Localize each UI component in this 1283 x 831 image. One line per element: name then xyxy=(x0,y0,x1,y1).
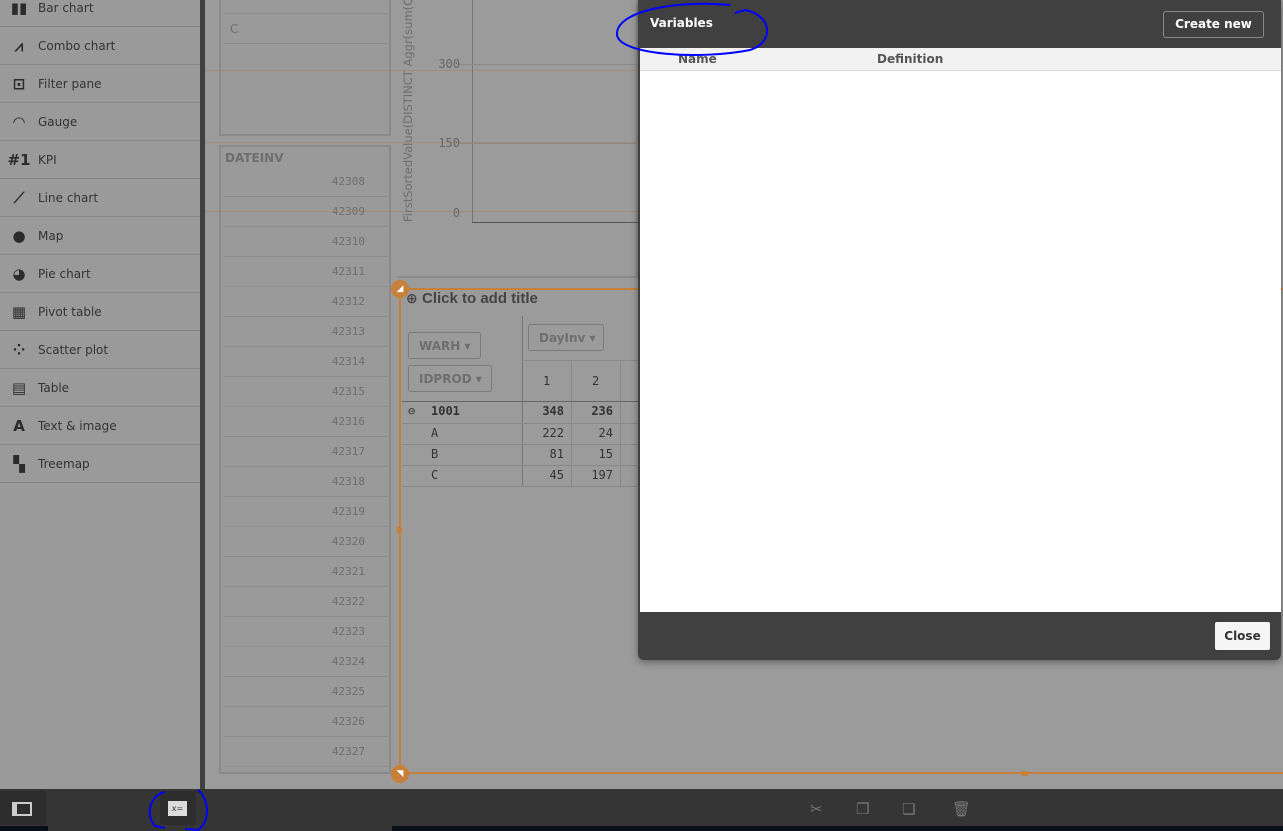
annotation-circle xyxy=(615,2,769,56)
annotation-circle xyxy=(148,789,208,831)
annotation-overlay xyxy=(148,2,769,831)
